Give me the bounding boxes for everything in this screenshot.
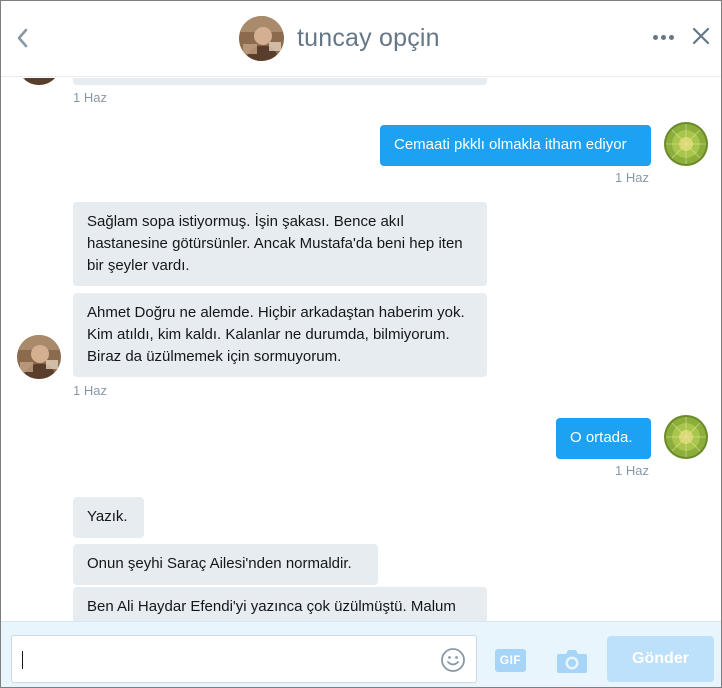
avatar[interactable] xyxy=(664,415,708,459)
message-bubble-incoming[interactable]: Sağlam sopa istiyormuş. İşin şakası. Ben… xyxy=(73,202,487,286)
message-composer: GIF Gönder xyxy=(1,621,721,687)
message-bubble-outgoing[interactable]: Cemaati pkklı olmakla itham ediyor xyxy=(380,125,651,166)
conversation-title-group[interactable]: tuncay opçin xyxy=(239,15,440,61)
message-bubble-incoming[interactable]: Yazık. xyxy=(73,497,144,538)
camera-icon[interactable] xyxy=(556,648,588,674)
gif-button[interactable]: GIF xyxy=(495,649,526,672)
send-button[interactable]: Gönder xyxy=(607,636,714,682)
message-timestamp: 1 Haz xyxy=(73,90,107,105)
avatar[interactable] xyxy=(17,335,61,379)
conversation-title: tuncay opçin xyxy=(297,23,440,52)
message-bubble-outgoing[interactable]: O ortada. xyxy=(556,418,651,459)
message-bubble-incoming[interactable]: Ben Ali Haydar Efendi'yi yazınca çok üzü… xyxy=(73,587,487,621)
close-icon[interactable] xyxy=(691,25,711,47)
message-timestamp: 1 Haz xyxy=(615,463,649,478)
message-bubble-incoming[interactable] xyxy=(73,78,487,85)
avatar[interactable] xyxy=(239,15,284,61)
message-timestamp: 1 Haz xyxy=(73,383,107,398)
message-list[interactable]: 1 Haz Cemaati pkklı olmakla itham ediyor… xyxy=(1,78,721,621)
message-bubble-incoming[interactable]: Onun şeyhi Saraç Ailesi'nden normaldir. xyxy=(73,544,378,585)
dm-window: tuncay opçin 1 Haz Cemaati pkklı olmakla… xyxy=(0,0,722,688)
emoji-icon[interactable] xyxy=(440,647,466,673)
message-input[interactable] xyxy=(11,635,477,683)
avatar[interactable] xyxy=(664,122,708,166)
message-bubble-incoming[interactable]: Ahmet Doğru ne alemde. Hiçbir arkadaştan… xyxy=(73,293,487,377)
more-horizontal-icon[interactable] xyxy=(653,35,677,43)
conversation-header: tuncay opçin xyxy=(1,1,721,77)
message-timestamp: 1 Haz xyxy=(615,170,649,185)
avatar[interactable] xyxy=(17,78,61,85)
chevron-left-icon[interactable] xyxy=(11,25,35,51)
text-caret xyxy=(22,651,23,669)
